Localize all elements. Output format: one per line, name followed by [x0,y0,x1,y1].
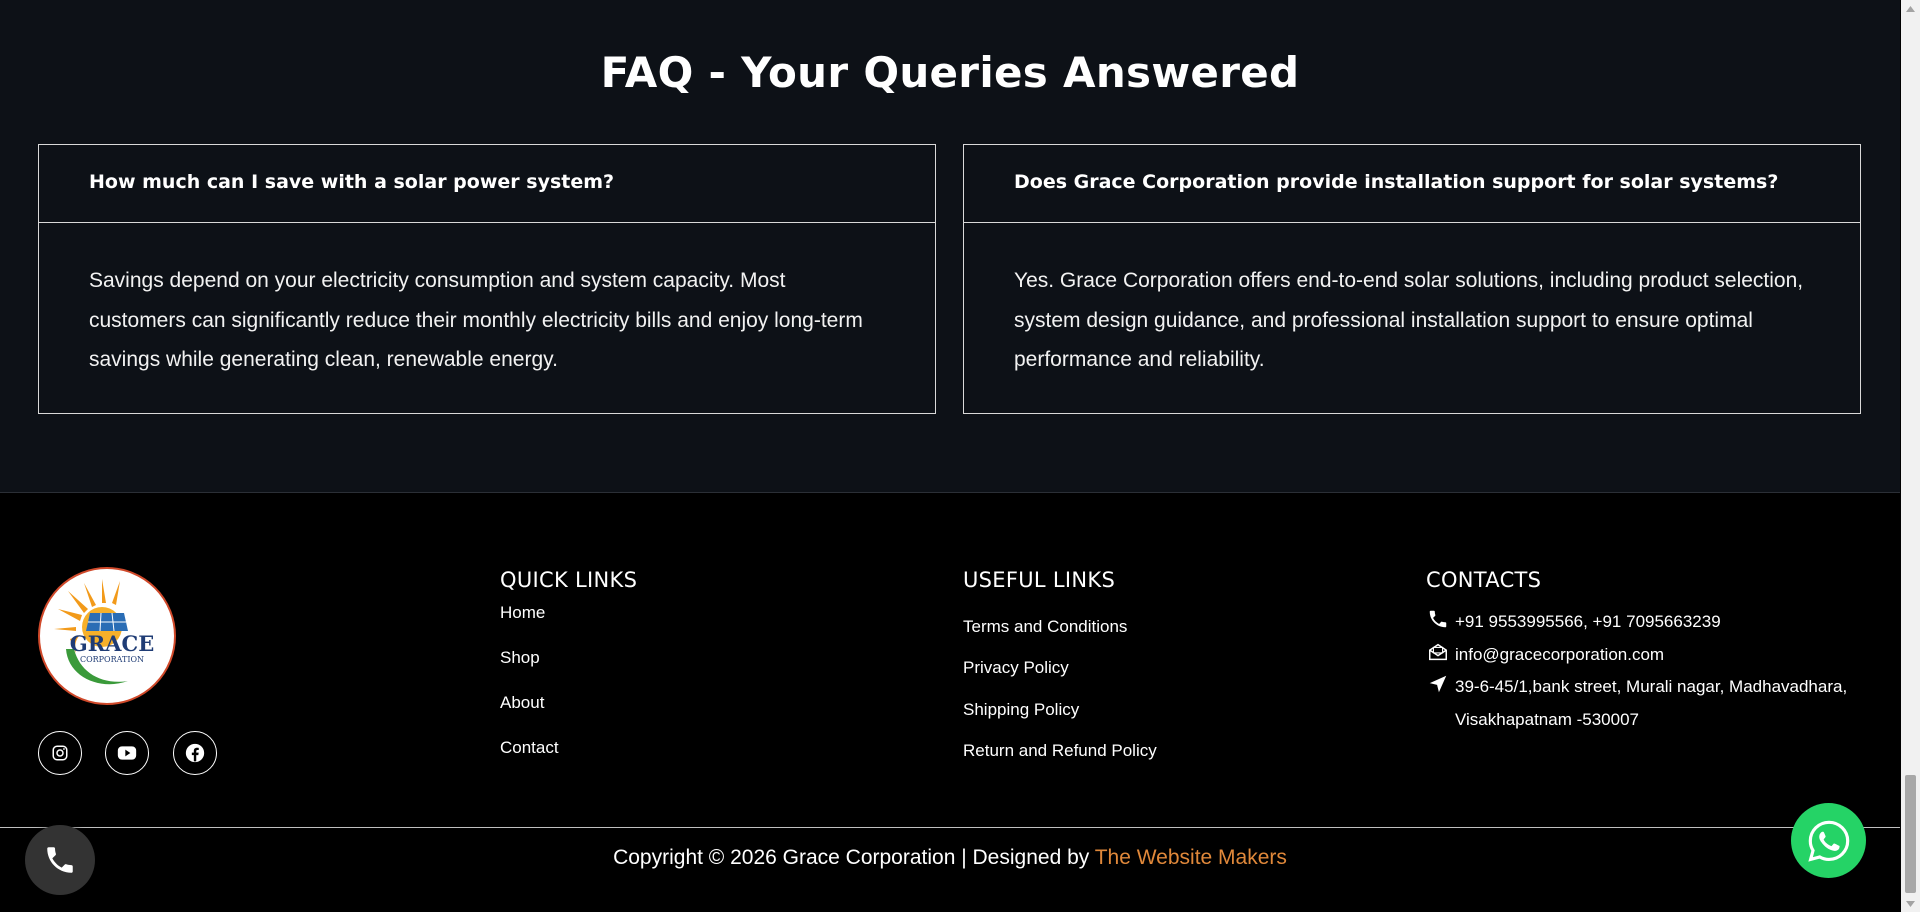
contact-phone: +91 9553995566, +91 7095663239 [1427,605,1875,638]
contact-address: 39-6-45/1,bank street, Murali nagar, Mad… [1427,670,1875,736]
logo-wordmark: GRACE [70,631,154,656]
faq-answer: Savings depend on your electricity consu… [89,269,863,371]
copyright: Copyright © 2026 Grace Corporation | Des… [0,846,1900,870]
whatsapp-icon [1807,820,1849,862]
instagram-link[interactable] [38,731,82,775]
quick-links-title: QUICK LINKS [500,568,638,592]
contact-phone-text[interactable]: +91 9553995566, +91 7095663239 [1455,605,1875,638]
logo-subtext: CORPORATION [80,655,144,664]
useful-link-terms[interactable]: Terms and Conditions [963,617,1127,637]
facebook-icon [185,743,205,763]
quick-link-about[interactable]: About [500,693,544,713]
contact-email: info@gracecorporation.com [1427,638,1875,671]
contact-address-text: 39-6-45/1,bank street, Murali nagar, Mad… [1455,677,1848,729]
faq-item: How much can I save with a solar power s… [38,144,936,414]
footer-divider [0,827,1900,828]
call-button[interactable] [25,825,95,895]
grace-corporation-logo[interactable]: GRACE CORPORATION [38,567,176,705]
whatsapp-button[interactable] [1791,803,1866,878]
faq-answer: Yes. Grace Corporation offers end-to-end… [1014,269,1804,371]
mail-icon [1429,643,1447,661]
page: FAQ - Your Queries Answered How much can… [0,0,1900,912]
vertical-scrollbar[interactable] [1901,0,1920,912]
facebook-link[interactable] [173,731,217,775]
quick-link-home[interactable]: Home [500,603,545,623]
useful-link-refund[interactable]: Return and Refund Policy [963,741,1157,761]
logo-graphic: GRACE CORPORATION [54,579,154,685]
faq-section: FAQ - Your Queries Answered How much can… [0,0,1900,493]
phone-icon [47,847,73,873]
instagram-icon [52,745,68,761]
quick-link-contact[interactable]: Contact [500,738,559,758]
location-arrow-icon [1429,675,1447,693]
useful-link-shipping[interactable]: Shipping Policy [963,700,1079,720]
copyright-text: Copyright © 2026 Grace Corporation | Des… [613,846,1095,869]
faq-question[interactable]: How much can I save with a solar power s… [39,145,935,223]
scroll-up-arrow-icon[interactable] [1901,0,1920,17]
faq-question[interactable]: Does Grace Corporation provide installat… [964,145,1860,223]
contacts-title: CONTACTS [1426,568,1542,592]
scroll-down-arrow-icon[interactable] [1901,895,1920,912]
phone-icon [1429,610,1447,628]
youtube-link[interactable] [105,731,149,775]
useful-links-title: USEFUL LINKS [963,568,1116,592]
designer-link[interactable]: The Website Makers [1095,846,1287,869]
scrollbar-thumb[interactable] [1905,775,1916,893]
faq-item: Does Grace Corporation provide installat… [963,144,1861,414]
useful-link-privacy[interactable]: Privacy Policy [963,658,1069,678]
contact-email-text[interactable]: info@gracecorporation.com [1455,638,1875,671]
quick-link-shop[interactable]: Shop [500,648,540,668]
youtube-icon [117,746,137,760]
faq-title: FAQ - Your Queries Answered [600,48,1300,97]
